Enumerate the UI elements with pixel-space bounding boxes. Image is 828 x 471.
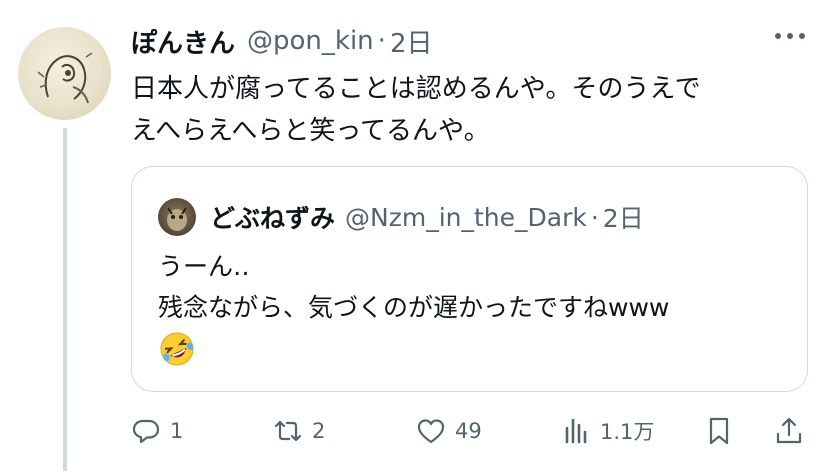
quoted-post[interactable]: どぶねずみ @Nzm_in_the_Dark · 2日 うーん‥ 残念ながら、気… <box>131 166 808 392</box>
repost-button[interactable]: 2 <box>273 409 325 453</box>
quoted-author-handle: @Nzm_in_the_Dark <box>345 202 587 232</box>
quoted-text: うーん‥ 残念ながら、気づくのが遅かったですねwww <box>158 246 788 380</box>
header-separator: · <box>377 26 386 56</box>
quoted-separator: · <box>590 202 599 232</box>
reply-icon <box>132 419 160 444</box>
post-text-line: 日本人が腐ってることは認めるんや。そのうえで <box>131 74 701 104</box>
quoted-author-name: どぶねずみ <box>210 204 336 233</box>
views-count: 1.1万 <box>600 420 655 444</box>
rolling-on-floor-laughing-icon <box>160 332 194 366</box>
quoted-avatar-drawing <box>167 207 187 231</box>
views-button[interactable]: 1.1万 <box>561 409 654 453</box>
post-text: 日本人が腐ってることは認めるんや。そのうえで えへらえへらと笑ってるんや。 <box>131 68 811 152</box>
repost-icon <box>274 420 302 442</box>
quoted-header: どぶねずみ @Nzm_in_the_Dark · 2日 <box>210 200 644 234</box>
bookmark-button[interactable] <box>704 409 734 453</box>
quoted-emoji-line <box>158 328 788 380</box>
post-time[interactable]: 2日 <box>390 23 433 60</box>
author-name[interactable]: ぽんきん <box>131 23 235 60</box>
repost-count: 2 <box>312 419 326 443</box>
author-avatar[interactable] <box>18 27 111 120</box>
views-bar-chart-icon <box>565 418 587 444</box>
quoted-text-line: 残念ながら、気づくのが遅かったですねwww <box>158 293 670 322</box>
heart-icon <box>417 419 445 444</box>
post-header: ぽんきん @pon_kin · 2日 <box>131 23 433 60</box>
reply-count: 1 <box>170 419 184 443</box>
like-button[interactable]: 49 <box>416 409 482 453</box>
avatar-drawing <box>37 52 93 104</box>
quoted-text-line: うーん‥ <box>158 252 250 281</box>
author-handle[interactable]: @pon_kin <box>247 26 374 56</box>
more-options-icon[interactable] <box>775 33 805 39</box>
share-button[interactable] <box>774 409 804 453</box>
share-icon <box>776 417 802 444</box>
thread-line <box>63 128 67 471</box>
bookmark-icon <box>709 417 729 445</box>
quoted-time: 2日 <box>602 204 644 233</box>
quoted-author-avatar <box>158 198 196 236</box>
reply-button[interactable]: 1 <box>131 409 183 453</box>
action-bar: 1 2 49 1.1万 <box>131 409 811 453</box>
post-text-line: えへらえへらと笑ってるんや。 <box>131 116 490 146</box>
like-count: 49 <box>455 419 482 443</box>
